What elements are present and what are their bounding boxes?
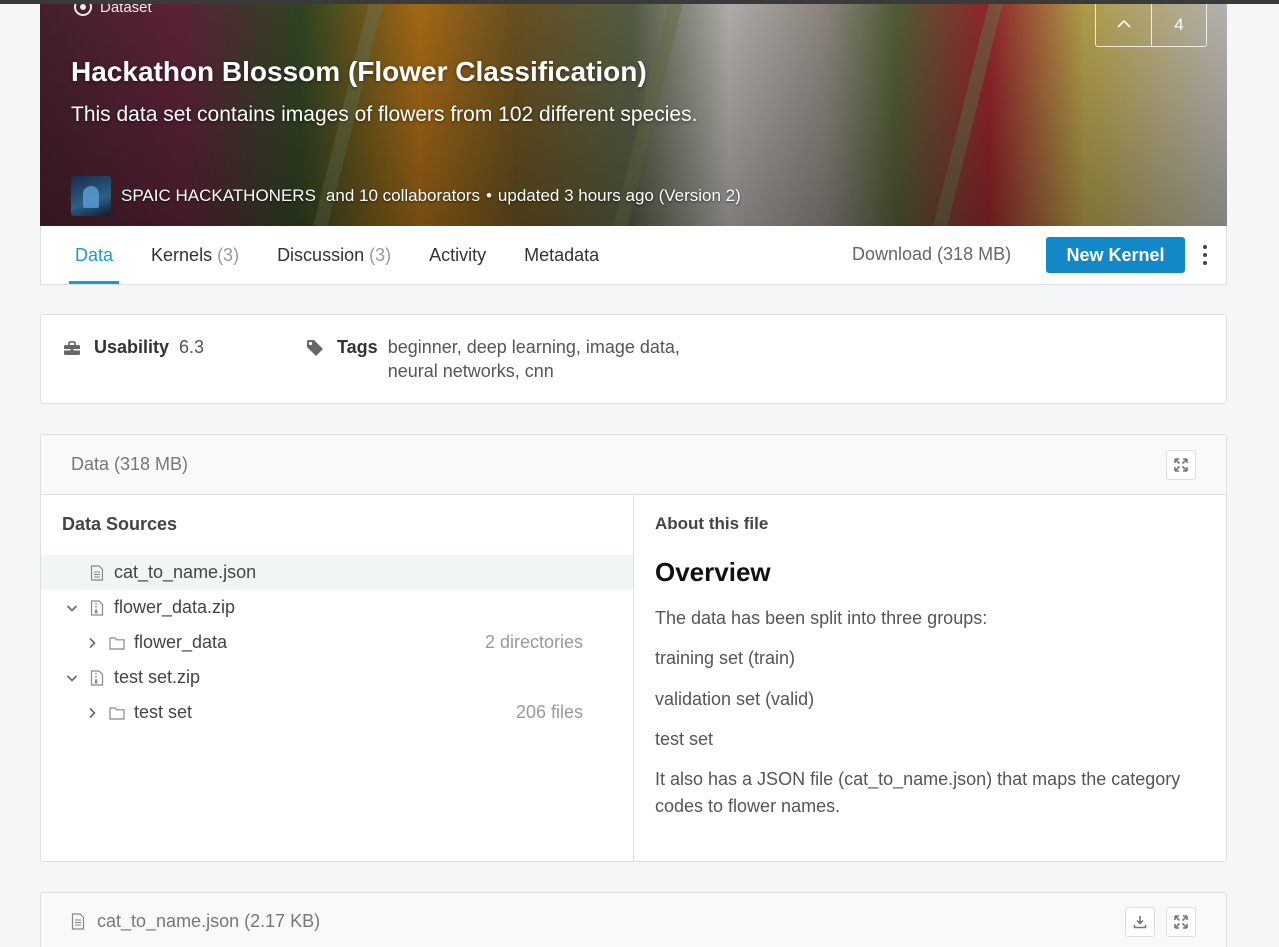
download-file-button[interactable] xyxy=(1125,907,1155,937)
tags-label: Tags xyxy=(337,337,378,357)
tab-activity[interactable]: Activity xyxy=(423,226,492,284)
tab-label: Kernels xyxy=(151,244,213,265)
zip-file-icon xyxy=(90,599,104,616)
vote-count: 4 xyxy=(1174,14,1184,34)
data-sources-panel: Data Sources cat_to_name.json flower_dat… xyxy=(41,495,634,862)
tab-label: Metadata xyxy=(524,244,600,265)
owner-line: SPAIC HACKATHONERS and 10 collaborators … xyxy=(71,176,741,216)
tree-item-meta: 2 directories xyxy=(484,632,583,652)
file-icon xyxy=(71,913,85,930)
file-icon xyxy=(90,564,104,581)
tab-discussion[interactable]: Discussion (3) xyxy=(271,226,397,284)
chevron-down-icon[interactable] xyxy=(66,602,78,614)
chevron-up-icon xyxy=(1116,19,1131,28)
description-paragraph: test set xyxy=(655,729,714,749)
description-paragraph: It also has a JSON file (cat_to_name.jso… xyxy=(655,769,1181,816)
tab-metadata[interactable]: Metadata xyxy=(518,226,605,284)
data-card-title: Data (318 MB) xyxy=(71,454,189,474)
dataset-icon xyxy=(74,4,92,16)
chevron-right-icon[interactable] xyxy=(86,707,98,719)
tab-label: Data xyxy=(75,244,114,265)
toolbox-icon xyxy=(64,341,80,355)
description-paragraph: The data has been split into three group… xyxy=(655,608,988,628)
download-link[interactable]: Download (318 MB) xyxy=(852,244,1011,265)
tree-item-label: flower_data.zip xyxy=(114,597,236,617)
expand-icon xyxy=(1174,458,1188,472)
usability-item: Usability 6.3 xyxy=(63,337,204,358)
tag-icon xyxy=(307,340,323,356)
new-kernel-button[interactable]: New Kernel xyxy=(1046,237,1185,273)
tree-item-test-set-zip[interactable]: test set.zip xyxy=(41,660,633,695)
folder-icon xyxy=(109,636,125,650)
tags-item: Tags beginner, deep learning, image data… xyxy=(306,337,680,383)
tree-item-meta: 206 files xyxy=(515,702,583,722)
file-preview-header: cat_to_name.json (2.17 KB) xyxy=(71,911,320,932)
tree-item-label: test set xyxy=(134,702,193,722)
data-card-header: Data (318 MB) xyxy=(41,435,1226,495)
about-file-panel: About this file Overview The data has be… xyxy=(634,495,1227,862)
tree-item-label: flower_data xyxy=(134,632,228,652)
expand-file-button[interactable] xyxy=(1166,907,1196,937)
owner-avatar[interactable] xyxy=(71,176,111,216)
usability-card: Usability 6.3 Tags beginner, deep learni… xyxy=(40,314,1227,404)
description-paragraph: training set (train) xyxy=(655,648,796,668)
dataset-subtitle: This data set contains images of flowers… xyxy=(71,103,698,126)
tab-label: Discussion xyxy=(277,244,365,265)
updated-text: updated 3 hours ago (Version 2) xyxy=(497,186,741,205)
tree-item-test-set[interactable]: test set 206 files xyxy=(41,695,633,730)
dataset-type-text: Dataset xyxy=(100,4,152,16)
file-preview-title: cat_to_name.json (2.17 KB) xyxy=(97,911,321,931)
tab-data[interactable]: Data xyxy=(69,226,120,284)
tab-count: (3) xyxy=(217,244,240,265)
tags-line[interactable]: neural networks, cnn xyxy=(388,359,680,383)
about-file-title: About this file xyxy=(655,514,769,533)
usability-value: 6.3 xyxy=(179,337,205,357)
vote-widget: 4 xyxy=(1095,4,1207,47)
dataset-title: Hackathon Blossom (Flower Classification… xyxy=(71,56,647,87)
description-paragraph: validation set (valid) xyxy=(655,689,815,709)
folder-icon xyxy=(109,706,125,720)
expand-button[interactable] xyxy=(1166,450,1196,480)
tab-kernels[interactable]: Kernels (3) xyxy=(145,226,245,284)
tree-item-label: test set.zip xyxy=(114,667,201,687)
dataset-banner: Dataset Hackathon Blossom (Flower Classi… xyxy=(40,4,1227,226)
download-icon xyxy=(1133,916,1147,929)
more-options-icon[interactable] xyxy=(1197,243,1213,267)
tree-item-cat-to-name[interactable]: cat_to_name.json xyxy=(41,555,633,590)
upvote-button[interactable] xyxy=(1096,4,1152,46)
tree-item-flower-data-zip[interactable]: flower_data.zip xyxy=(41,590,633,625)
tab-label: Activity xyxy=(429,244,487,265)
bullet: • xyxy=(485,186,492,205)
owner-name[interactable]: SPAIC HACKATHONERS xyxy=(121,186,316,206)
zip-file-icon xyxy=(90,669,104,686)
chevron-down-icon[interactable] xyxy=(66,672,78,684)
usability-label: Usability xyxy=(94,337,170,357)
data-card: Data (318 MB) Data Sources cat_to_name.j… xyxy=(40,434,1227,862)
tab-list: Data Kernels (3) Discussion (3) Activity M… xyxy=(69,226,631,284)
tags-list[interactable]: beginner, deep learning, image data, neu… xyxy=(388,335,680,383)
file-preview-card: cat_to_name.json (2.17 KB) xyxy=(40,892,1227,947)
dataset-type-label: Dataset xyxy=(74,4,152,16)
tags-line[interactable]: beginner, deep learning, image data, xyxy=(388,335,680,359)
collaborators-link[interactable]: and 10 collaborators xyxy=(326,186,480,206)
data-sources-title: Data Sources xyxy=(62,514,178,534)
expand-icon xyxy=(1174,915,1188,929)
tree-item-flower-data[interactable]: flower_data 2 directories xyxy=(41,625,633,660)
tree-item-label: cat_to_name.json xyxy=(114,562,257,582)
chevron-right-icon[interactable] xyxy=(86,637,98,649)
dataset-nav: Data Kernels (3) Discussion (3) Activity M… xyxy=(40,226,1227,285)
overview-heading: Overview xyxy=(655,557,771,587)
tab-count: (3) xyxy=(369,244,392,265)
